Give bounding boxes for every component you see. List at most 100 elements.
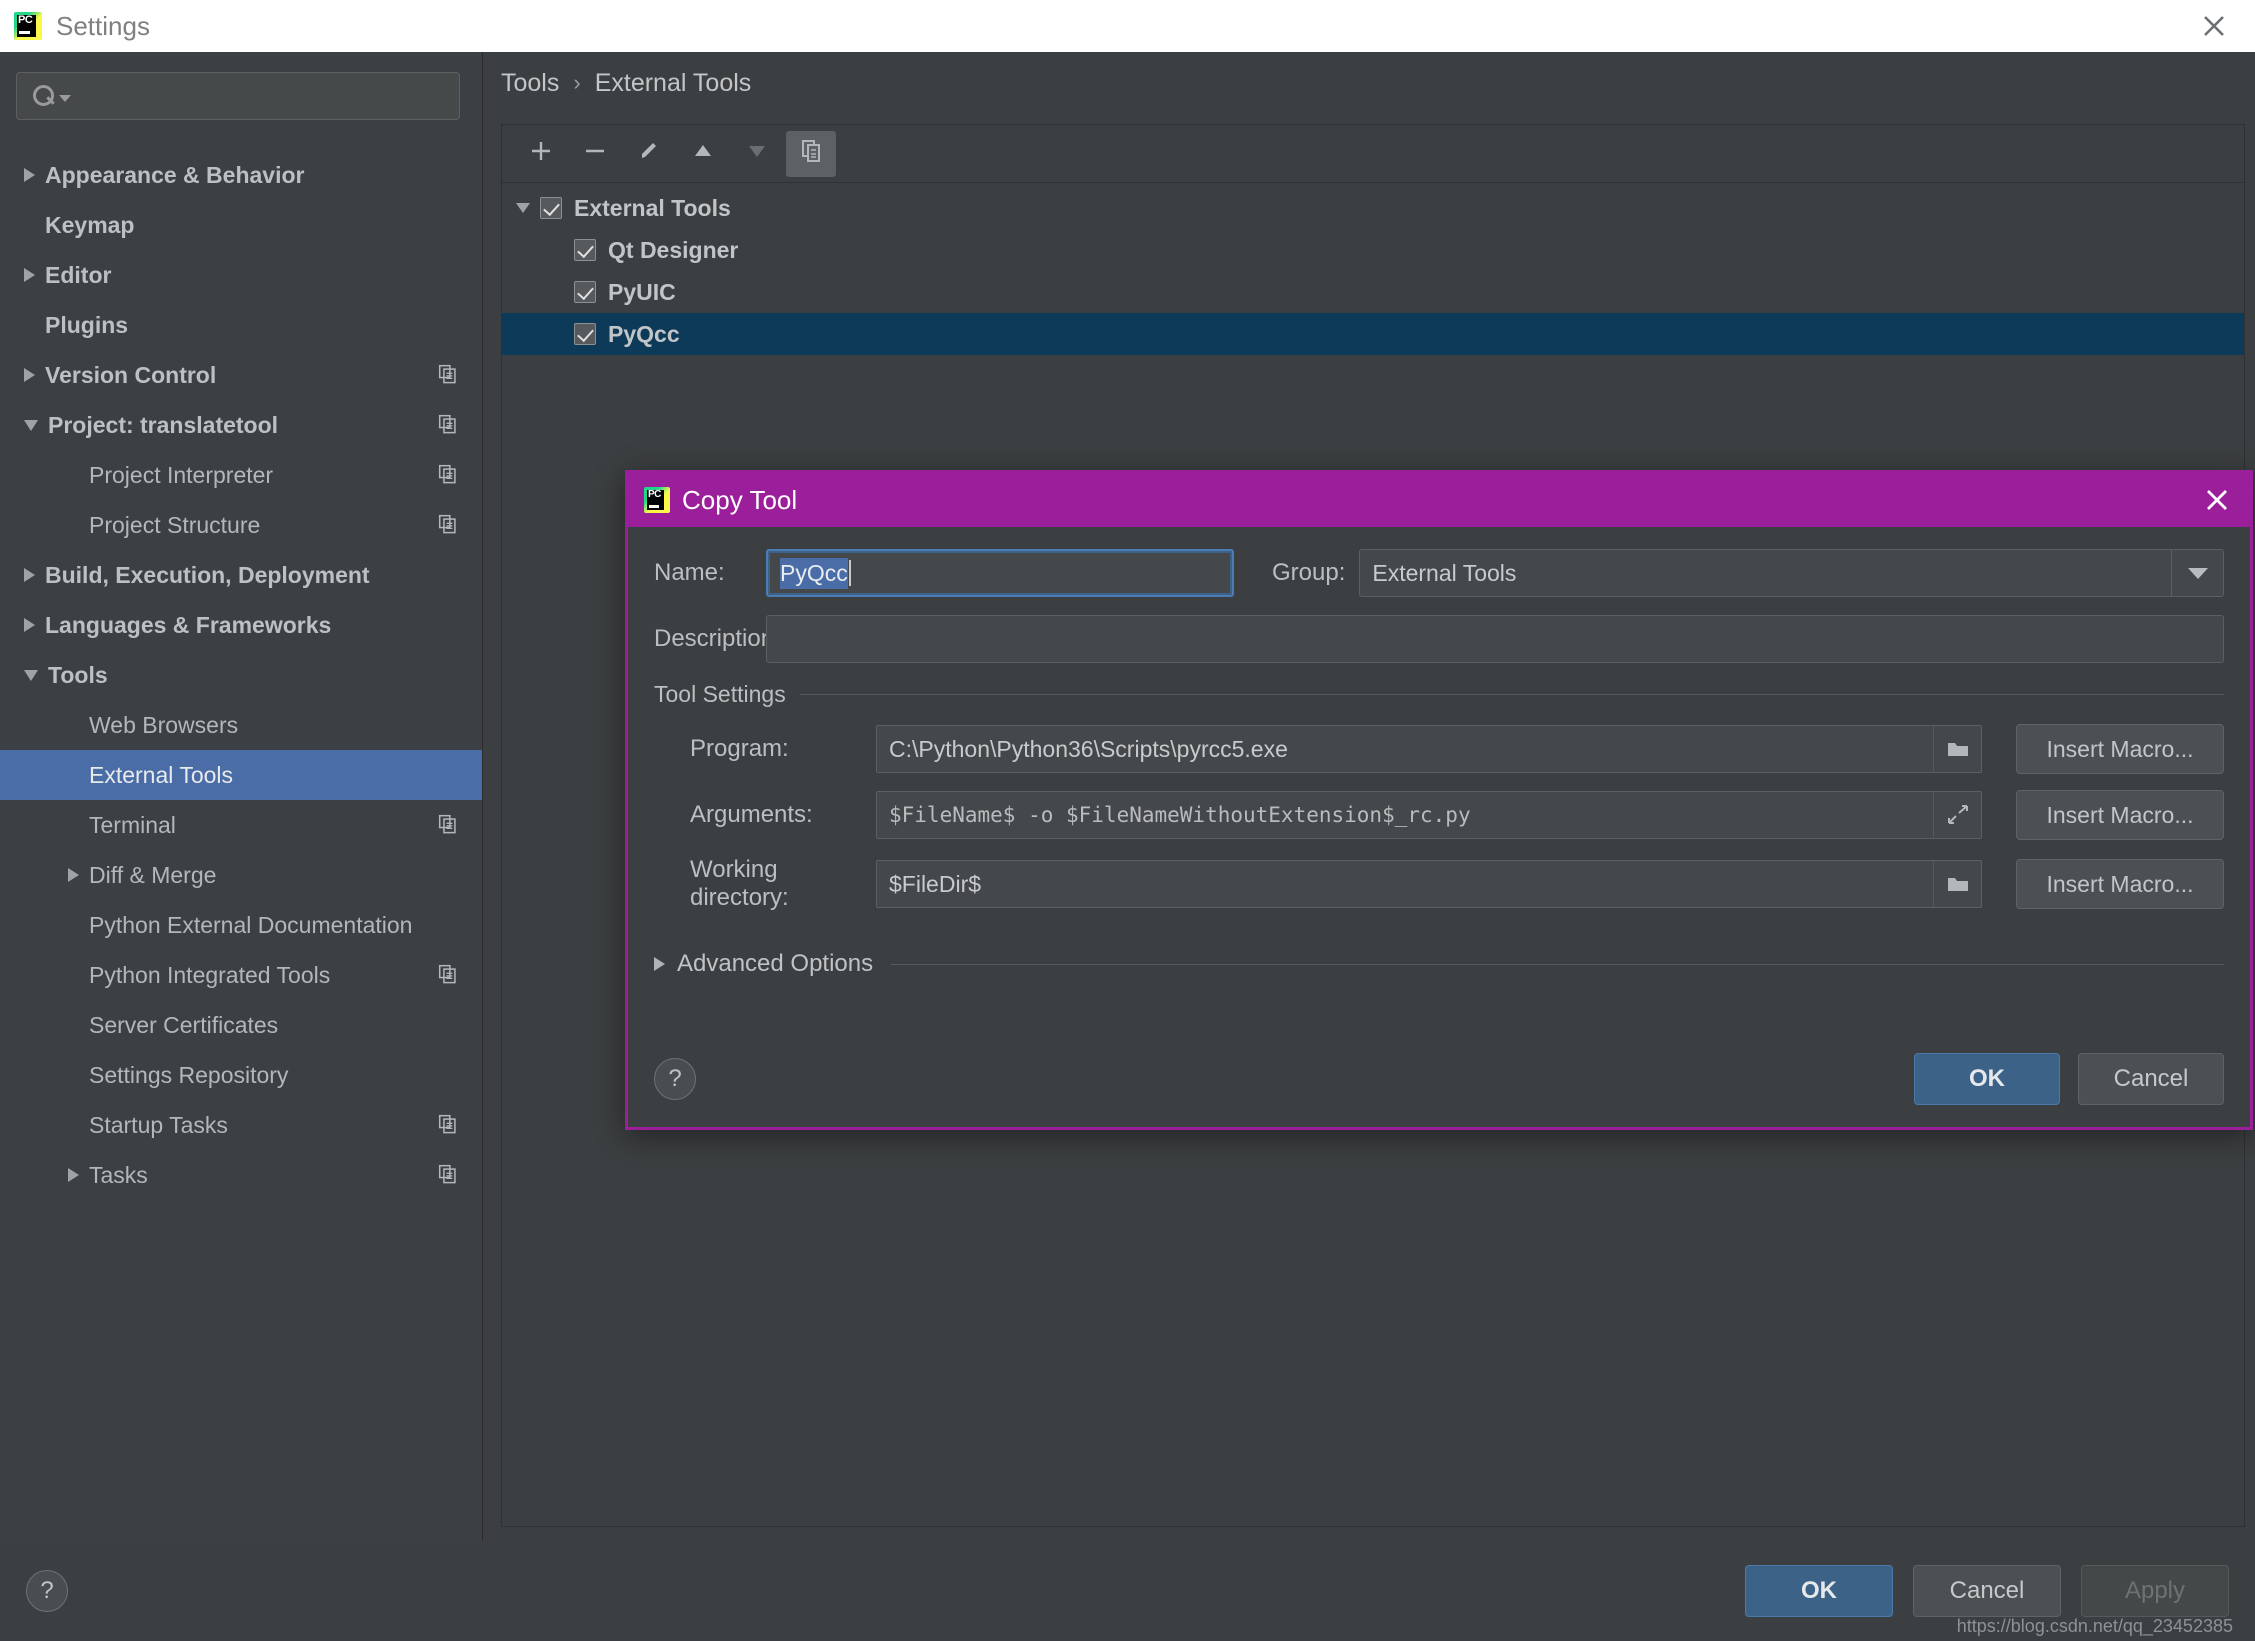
chevron-down-icon[interactable]: [516, 203, 530, 213]
tree-checkbox[interactable]: [574, 239, 596, 261]
advanced-options-section[interactable]: Advanced Options: [654, 950, 2224, 978]
group-select[interactable]: External Tools: [1359, 549, 2224, 597]
tool-field-value: C:\Python\Python36\Scripts\pyrcc5.exe: [889, 735, 1288, 762]
sidebar-item-diff-merge[interactable]: Diff & Merge: [0, 850, 482, 900]
chevron-down-icon[interactable]: [24, 419, 38, 431]
sidebar-item-label: External Tools: [89, 761, 234, 788]
copy-tool-dialog: PC Copy Tool Name: PyQcc Group: External…: [625, 470, 2253, 1130]
expand-icon[interactable]: [1933, 792, 1981, 838]
description-input[interactable]: [766, 615, 2224, 663]
chevron-down-icon[interactable]: [24, 669, 38, 681]
sidebar-item-label: Web Browsers: [89, 711, 239, 738]
sidebar-item-plugins[interactable]: Plugins: [0, 300, 482, 350]
ok-button[interactable]: OK: [1745, 1565, 1893, 1617]
sidebar-item-version-control[interactable]: Version Control: [0, 350, 482, 400]
text-cursor: [848, 560, 851, 586]
pencil-icon: [636, 138, 662, 170]
sidebar-item-project-translatetool[interactable]: Project: translatetool: [0, 400, 482, 450]
project-scope-copy-icon: [438, 964, 460, 986]
search-input[interactable]: [71, 83, 459, 109]
tree-row[interactable]: External Tools: [502, 187, 2244, 229]
insert-macro-button[interactable]: Insert Macro...: [2016, 859, 2224, 909]
chevron-right-icon[interactable]: [24, 618, 35, 632]
sidebar-item-settings-repository[interactable]: Settings Repository: [0, 1050, 482, 1100]
sidebar-item-project-interpreter[interactable]: Project Interpreter: [0, 450, 482, 500]
sidebar-item-label: Tools: [48, 661, 108, 688]
sidebar-item-label: Settings Repository: [89, 1061, 289, 1088]
sidebar-item-appearance-behavior[interactable]: Appearance & Behavior: [0, 150, 482, 200]
tree-row[interactable]: PyQcc: [502, 313, 2244, 355]
chevron-right-icon[interactable]: [654, 957, 665, 971]
chevron-down-icon: [59, 94, 71, 102]
sidebar-item-python-external-documentation[interactable]: Python External Documentation: [0, 900, 482, 950]
copy-button[interactable]: [786, 130, 836, 177]
chevron-right-icon[interactable]: [24, 568, 35, 582]
sidebar-item-startup-tasks[interactable]: Startup Tasks: [0, 1100, 482, 1150]
dialog-ok-button[interactable]: OK: [1914, 1053, 2060, 1105]
sidebar-item-label: Project Structure: [89, 511, 261, 538]
sidebar-item-languages-frameworks[interactable]: Languages & Frameworks: [0, 600, 482, 650]
tool-field-input[interactable]: $FileName$ -o $FileNameWithoutExtension$…: [876, 791, 1982, 839]
tree-checkbox[interactable]: [574, 281, 596, 303]
sidebar-item-terminal[interactable]: Terminal: [0, 800, 482, 850]
sidebar-item-web-browsers[interactable]: Web Browsers: [0, 700, 482, 750]
sidebar-tree: Appearance & Behavior Keymap Editor Plugins…: [0, 132, 482, 1541]
project-scope-copy-icon: [438, 514, 460, 536]
tree-checkbox[interactable]: [540, 197, 562, 219]
close-icon[interactable]: [2202, 485, 2232, 515]
sidebar-item-server-certificates[interactable]: Server Certificates: [0, 1000, 482, 1050]
chevron-right-icon[interactable]: [68, 1168, 79, 1182]
settings-bottom-bar: ? OK Cancel Apply https://blog.csdn.net/…: [0, 1541, 2255, 1641]
sidebar-item-label: Python Integrated Tools: [89, 961, 331, 988]
tool-field-input[interactable]: C:\Python\Python36\Scripts\pyrcc5.exe: [876, 725, 1982, 773]
chevron-right-icon[interactable]: [24, 168, 35, 182]
sidebar-item-tasks[interactable]: Tasks: [0, 1150, 482, 1200]
insert-macro-button[interactable]: Insert Macro...: [2016, 790, 2224, 840]
sidebar-item-build-execution-deployment[interactable]: Build, Execution, Deployment: [0, 550, 482, 600]
edit-button[interactable]: [624, 131, 674, 177]
help-button[interactable]: ?: [26, 1570, 68, 1612]
add-button[interactable]: [516, 131, 566, 177]
dialog-title-bar: PC Copy Tool: [628, 473, 2250, 527]
name-input[interactable]: PyQcc: [766, 549, 1234, 597]
tool-field-label: Arguments:: [690, 801, 813, 828]
sidebar-item-external-tools[interactable]: External Tools: [0, 750, 482, 800]
sidebar-item-project-structure[interactable]: Project Structure: [0, 500, 482, 550]
sidebar-item-keymap[interactable]: Keymap: [0, 200, 482, 250]
move-up-button[interactable]: [678, 131, 728, 177]
sidebar-item-label: Keymap: [45, 211, 135, 238]
tree-row[interactable]: Qt Designer: [502, 229, 2244, 271]
folder-icon[interactable]: [1933, 726, 1981, 772]
project-scope-copy-icon: [438, 1114, 460, 1136]
chevron-right-icon[interactable]: [24, 368, 35, 382]
sidebar-item-label: Version Control: [45, 361, 217, 388]
insert-macro-button[interactable]: Insert Macro...: [2016, 724, 2224, 774]
tool-field-value: $FileDir$: [889, 870, 982, 897]
close-icon[interactable]: [2197, 9, 2231, 43]
sidebar-item-python-integrated-tools[interactable]: Python Integrated Tools: [0, 950, 482, 1000]
chevron-right-icon[interactable]: [68, 868, 79, 882]
settings-window: PC Settings Appearance & Behavior Keymap E…: [0, 0, 2255, 1641]
sidebar-item-tools[interactable]: Tools: [0, 650, 482, 700]
tree-row-label: Qt Designer: [608, 236, 739, 263]
name-label: Name:: [654, 559, 725, 586]
minus-icon: [582, 138, 608, 170]
project-scope-copy-icon: [438, 814, 460, 836]
tree-checkbox[interactable]: [574, 323, 596, 345]
tree-row[interactable]: PyUIC: [502, 271, 2244, 313]
tool-field-input[interactable]: $FileDir$: [876, 860, 1982, 908]
cancel-button[interactable]: Cancel: [1913, 1565, 2061, 1617]
folder-icon[interactable]: [1933, 861, 1981, 907]
search-box[interactable]: [16, 72, 460, 120]
breadcrumb-parent[interactable]: Tools: [501, 69, 559, 98]
dialog-help-button[interactable]: ?: [654, 1058, 696, 1100]
apply-button: Apply: [2081, 1565, 2229, 1617]
sidebar-item-label: Editor: [45, 261, 112, 288]
search-icon: [33, 85, 55, 107]
dialog-cancel-button[interactable]: Cancel: [2078, 1053, 2224, 1105]
tool-field-value: $FileName$ -o $FileNameWithoutExtension$…: [889, 803, 1471, 827]
name-group-row: Name: PyQcc Group: External Tools: [654, 549, 2224, 597]
chevron-right-icon[interactable]: [24, 268, 35, 282]
remove-button[interactable]: [570, 131, 620, 177]
sidebar-item-editor[interactable]: Editor: [0, 250, 482, 300]
